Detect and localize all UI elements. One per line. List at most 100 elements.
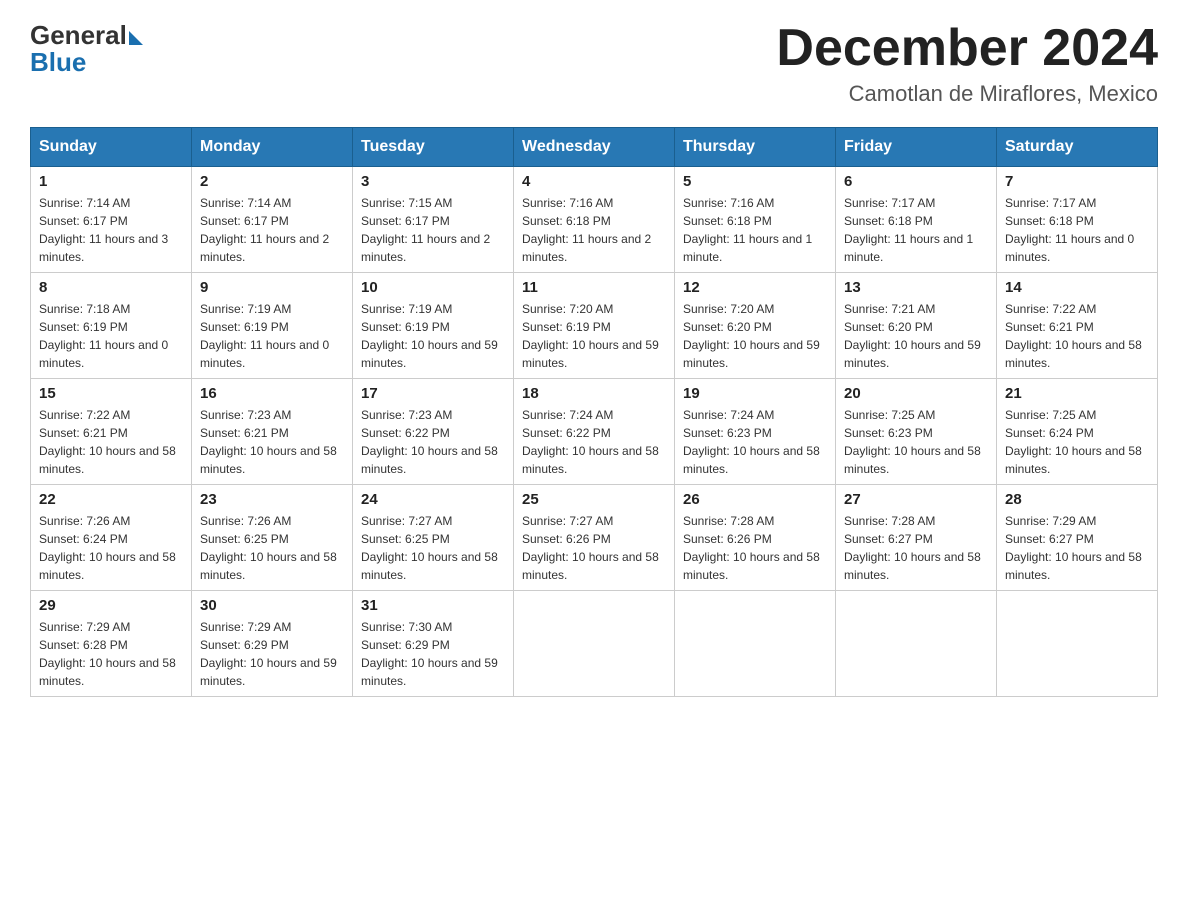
- day-number: 2: [200, 173, 344, 190]
- header: General Blue December 2024 Camotlan de M…: [30, 20, 1158, 107]
- day-info: Sunrise: 7:18 AMSunset: 6:19 PMDaylight:…: [39, 300, 183, 372]
- calendar-cell: 12 Sunrise: 7:20 AMSunset: 6:20 PMDaylig…: [675, 273, 836, 379]
- day-number: 12: [683, 279, 827, 296]
- day-info: Sunrise: 7:26 AMSunset: 6:25 PMDaylight:…: [200, 512, 344, 584]
- column-header-thursday: Thursday: [675, 128, 836, 167]
- month-title: December 2024: [776, 20, 1158, 77]
- day-number: 26: [683, 491, 827, 508]
- day-number: 22: [39, 491, 183, 508]
- calendar-cell: [997, 591, 1158, 697]
- calendar-week-row: 8 Sunrise: 7:18 AMSunset: 6:19 PMDayligh…: [31, 273, 1158, 379]
- day-info: Sunrise: 7:23 AMSunset: 6:22 PMDaylight:…: [361, 406, 505, 478]
- calendar-cell: 7 Sunrise: 7:17 AMSunset: 6:18 PMDayligh…: [997, 167, 1158, 273]
- day-number: 19: [683, 385, 827, 402]
- day-number: 31: [361, 597, 505, 614]
- calendar-cell: [514, 591, 675, 697]
- calendar-week-row: 15 Sunrise: 7:22 AMSunset: 6:21 PMDaylig…: [31, 379, 1158, 485]
- title-section: December 2024 Camotlan de Miraflores, Me…: [776, 20, 1158, 107]
- calendar-cell: 4 Sunrise: 7:16 AMSunset: 6:18 PMDayligh…: [514, 167, 675, 273]
- day-number: 10: [361, 279, 505, 296]
- day-number: 6: [844, 173, 988, 190]
- day-number: 21: [1005, 385, 1149, 402]
- column-header-wednesday: Wednesday: [514, 128, 675, 167]
- calendar-week-row: 22 Sunrise: 7:26 AMSunset: 6:24 PMDaylig…: [31, 485, 1158, 591]
- calendar-cell: 23 Sunrise: 7:26 AMSunset: 6:25 PMDaylig…: [192, 485, 353, 591]
- day-info: Sunrise: 7:22 AMSunset: 6:21 PMDaylight:…: [39, 406, 183, 478]
- day-info: Sunrise: 7:20 AMSunset: 6:20 PMDaylight:…: [683, 300, 827, 372]
- calendar-cell: 17 Sunrise: 7:23 AMSunset: 6:22 PMDaylig…: [353, 379, 514, 485]
- day-info: Sunrise: 7:19 AMSunset: 6:19 PMDaylight:…: [361, 300, 505, 372]
- calendar-table: SundayMondayTuesdayWednesdayThursdayFrid…: [30, 127, 1158, 697]
- day-info: Sunrise: 7:14 AMSunset: 6:17 PMDaylight:…: [200, 194, 344, 266]
- day-number: 13: [844, 279, 988, 296]
- day-number: 23: [200, 491, 344, 508]
- day-info: Sunrise: 7:29 AMSunset: 6:29 PMDaylight:…: [200, 618, 344, 690]
- day-info: Sunrise: 7:26 AMSunset: 6:24 PMDaylight:…: [39, 512, 183, 584]
- day-info: Sunrise: 7:27 AMSunset: 6:26 PMDaylight:…: [522, 512, 666, 584]
- day-number: 9: [200, 279, 344, 296]
- calendar-cell: 31 Sunrise: 7:30 AMSunset: 6:29 PMDaylig…: [353, 591, 514, 697]
- calendar-week-row: 29 Sunrise: 7:29 AMSunset: 6:28 PMDaylig…: [31, 591, 1158, 697]
- day-number: 20: [844, 385, 988, 402]
- day-info: Sunrise: 7:16 AMSunset: 6:18 PMDaylight:…: [683, 194, 827, 266]
- calendar-cell: 25 Sunrise: 7:27 AMSunset: 6:26 PMDaylig…: [514, 485, 675, 591]
- day-number: 4: [522, 173, 666, 190]
- day-info: Sunrise: 7:29 AMSunset: 6:28 PMDaylight:…: [39, 618, 183, 690]
- day-number: 1: [39, 173, 183, 190]
- calendar-header-row: SundayMondayTuesdayWednesdayThursdayFrid…: [31, 128, 1158, 167]
- calendar-cell: 20 Sunrise: 7:25 AMSunset: 6:23 PMDaylig…: [836, 379, 997, 485]
- calendar-cell: [836, 591, 997, 697]
- day-number: 29: [39, 597, 183, 614]
- day-number: 5: [683, 173, 827, 190]
- day-info: Sunrise: 7:30 AMSunset: 6:29 PMDaylight:…: [361, 618, 505, 690]
- day-info: Sunrise: 7:19 AMSunset: 6:19 PMDaylight:…: [200, 300, 344, 372]
- day-number: 16: [200, 385, 344, 402]
- calendar-cell: 8 Sunrise: 7:18 AMSunset: 6:19 PMDayligh…: [31, 273, 192, 379]
- column-header-sunday: Sunday: [31, 128, 192, 167]
- day-number: 14: [1005, 279, 1149, 296]
- day-number: 27: [844, 491, 988, 508]
- column-header-saturday: Saturday: [997, 128, 1158, 167]
- day-number: 8: [39, 279, 183, 296]
- logo-blue-text: Blue: [30, 47, 86, 78]
- calendar-cell: 15 Sunrise: 7:22 AMSunset: 6:21 PMDaylig…: [31, 379, 192, 485]
- day-info: Sunrise: 7:15 AMSunset: 6:17 PMDaylight:…: [361, 194, 505, 266]
- calendar-cell: 29 Sunrise: 7:29 AMSunset: 6:28 PMDaylig…: [31, 591, 192, 697]
- calendar-cell: 28 Sunrise: 7:29 AMSunset: 6:27 PMDaylig…: [997, 485, 1158, 591]
- column-header-monday: Monday: [192, 128, 353, 167]
- location-title: Camotlan de Miraflores, Mexico: [776, 81, 1158, 107]
- calendar-week-row: 1 Sunrise: 7:14 AMSunset: 6:17 PMDayligh…: [31, 167, 1158, 273]
- day-info: Sunrise: 7:16 AMSunset: 6:18 PMDaylight:…: [522, 194, 666, 266]
- calendar-cell: 18 Sunrise: 7:24 AMSunset: 6:22 PMDaylig…: [514, 379, 675, 485]
- day-info: Sunrise: 7:29 AMSunset: 6:27 PMDaylight:…: [1005, 512, 1149, 584]
- day-info: Sunrise: 7:22 AMSunset: 6:21 PMDaylight:…: [1005, 300, 1149, 372]
- day-number: 18: [522, 385, 666, 402]
- day-info: Sunrise: 7:28 AMSunset: 6:26 PMDaylight:…: [683, 512, 827, 584]
- calendar-cell: [675, 591, 836, 697]
- day-number: 3: [361, 173, 505, 190]
- calendar-cell: 30 Sunrise: 7:29 AMSunset: 6:29 PMDaylig…: [192, 591, 353, 697]
- day-info: Sunrise: 7:14 AMSunset: 6:17 PMDaylight:…: [39, 194, 183, 266]
- calendar-cell: 2 Sunrise: 7:14 AMSunset: 6:17 PMDayligh…: [192, 167, 353, 273]
- calendar-cell: 19 Sunrise: 7:24 AMSunset: 6:23 PMDaylig…: [675, 379, 836, 485]
- calendar-cell: 21 Sunrise: 7:25 AMSunset: 6:24 PMDaylig…: [997, 379, 1158, 485]
- logo: General Blue: [30, 20, 143, 78]
- calendar-cell: 9 Sunrise: 7:19 AMSunset: 6:19 PMDayligh…: [192, 273, 353, 379]
- day-number: 25: [522, 491, 666, 508]
- day-info: Sunrise: 7:25 AMSunset: 6:23 PMDaylight:…: [844, 406, 988, 478]
- calendar-cell: 3 Sunrise: 7:15 AMSunset: 6:17 PMDayligh…: [353, 167, 514, 273]
- day-info: Sunrise: 7:24 AMSunset: 6:22 PMDaylight:…: [522, 406, 666, 478]
- day-info: Sunrise: 7:20 AMSunset: 6:19 PMDaylight:…: [522, 300, 666, 372]
- calendar-cell: 13 Sunrise: 7:21 AMSunset: 6:20 PMDaylig…: [836, 273, 997, 379]
- column-header-friday: Friday: [836, 128, 997, 167]
- calendar-cell: 27 Sunrise: 7:28 AMSunset: 6:27 PMDaylig…: [836, 485, 997, 591]
- day-number: 11: [522, 279, 666, 296]
- day-info: Sunrise: 7:28 AMSunset: 6:27 PMDaylight:…: [844, 512, 988, 584]
- calendar-cell: 1 Sunrise: 7:14 AMSunset: 6:17 PMDayligh…: [31, 167, 192, 273]
- calendar-cell: 22 Sunrise: 7:26 AMSunset: 6:24 PMDaylig…: [31, 485, 192, 591]
- logo-arrow-icon: [129, 31, 143, 45]
- calendar-cell: 5 Sunrise: 7:16 AMSunset: 6:18 PMDayligh…: [675, 167, 836, 273]
- calendar-cell: 6 Sunrise: 7:17 AMSunset: 6:18 PMDayligh…: [836, 167, 997, 273]
- day-info: Sunrise: 7:25 AMSunset: 6:24 PMDaylight:…: [1005, 406, 1149, 478]
- calendar-cell: 26 Sunrise: 7:28 AMSunset: 6:26 PMDaylig…: [675, 485, 836, 591]
